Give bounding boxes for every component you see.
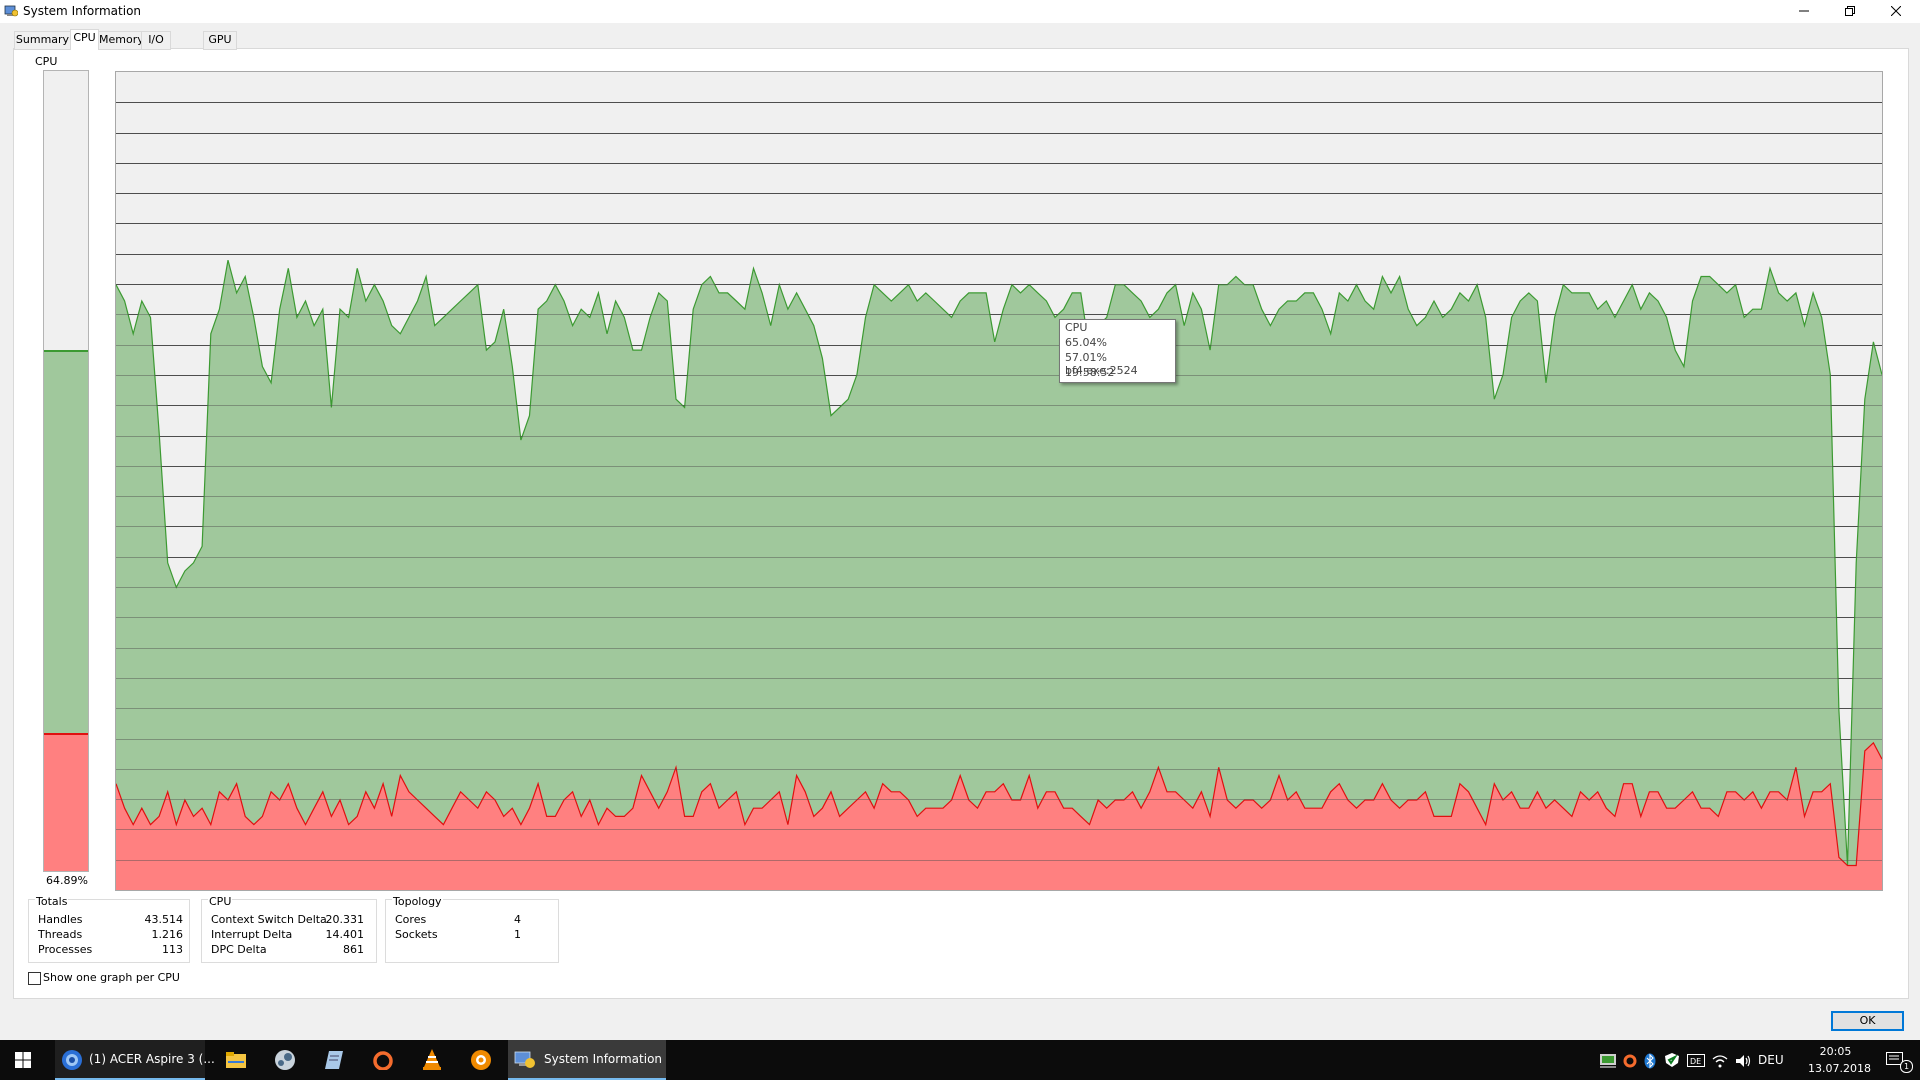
minimize-icon bbox=[1799, 10, 1809, 12]
taskbar-file-explorer[interactable] bbox=[213, 1040, 259, 1080]
svg-text:DE: DE bbox=[1690, 1057, 1701, 1066]
close-button[interactable] bbox=[1873, 0, 1919, 23]
tooltip-time: 19:58:52 bbox=[1065, 366, 1115, 379]
taskbar-notepad[interactable] bbox=[311, 1040, 357, 1080]
bluetooth-icon[interactable] bbox=[1644, 1053, 1656, 1069]
xnview-icon bbox=[471, 1050, 491, 1070]
cpu-history-chart bbox=[116, 102, 1882, 890]
dpc-label: DPC Delta bbox=[211, 943, 267, 956]
cpu-stats-group: CPU Context Switch Delta 20.331 Interrup… bbox=[201, 895, 377, 963]
handles-value: 43.514 bbox=[144, 913, 184, 926]
title-bar: System Information bbox=[0, 0, 1920, 23]
restore-icon bbox=[1845, 6, 1855, 16]
action-center-button[interactable]: 1 bbox=[1870, 1040, 1920, 1080]
ok-button[interactable]: OK bbox=[1831, 1011, 1904, 1031]
windows-start-icon bbox=[15, 1052, 31, 1068]
processes-value: 113 bbox=[162, 943, 183, 956]
taskbar-system-information[interactable]: System Information bbox=[508, 1040, 666, 1080]
context-switch-value: 20.331 bbox=[325, 913, 365, 926]
show-one-graph-checkbox[interactable] bbox=[28, 972, 41, 985]
tab-cpu[interactable]: CPU bbox=[70, 29, 99, 50]
cpu-percent-text: 64.89% bbox=[46, 874, 88, 887]
notification-count: 1 bbox=[1900, 1060, 1913, 1073]
sockets-label: Sockets bbox=[395, 928, 438, 941]
dpc-value: 861 bbox=[343, 943, 364, 956]
network-monitor-icon[interactable] bbox=[1600, 1054, 1616, 1068]
taskbar: (1) ACER Aspire 3 (... System Informatio… bbox=[0, 1040, 1920, 1080]
tab-memory[interactable]: Memory bbox=[98, 31, 144, 50]
handles-label: Handles bbox=[38, 913, 83, 926]
taskbar-chrome-label: (1) ACER Aspire 3 (... bbox=[89, 1052, 215, 1066]
vlc-icon bbox=[423, 1049, 441, 1070]
totals-group: Totals Handles 43.514 Threads 1.216 Proc… bbox=[28, 895, 190, 963]
show-one-graph-label[interactable]: Show one graph per CPU bbox=[43, 971, 180, 984]
cpu-stats-title: CPU bbox=[208, 895, 233, 908]
restore-button[interactable] bbox=[1827, 0, 1873, 23]
topology-group: Topology Cores 4 Sockets 1 bbox=[385, 895, 559, 963]
tab-io[interactable]: I/O bbox=[141, 31, 171, 50]
clock[interactable]: 20:05 13.07.2018 bbox=[1808, 1043, 1871, 1077]
system-information-icon bbox=[4, 5, 18, 17]
processes-label: Processes bbox=[38, 943, 93, 956]
volume-icon[interactable] bbox=[1735, 1054, 1751, 1068]
interrupt-label: Interrupt Delta bbox=[211, 928, 293, 941]
taskbar-vlc[interactable] bbox=[409, 1040, 455, 1080]
notepad-icon bbox=[325, 1051, 343, 1069]
taskbar-chrome-window[interactable]: (1) ACER Aspire 3 (... bbox=[55, 1040, 215, 1080]
cpu-bar-label: CPU bbox=[35, 55, 58, 68]
start-button[interactable] bbox=[0, 1040, 48, 1080]
system-tray: DE DEU bbox=[1598, 1040, 1808, 1080]
origin-tray-icon[interactable] bbox=[1623, 1054, 1637, 1068]
defender-icon[interactable] bbox=[1664, 1052, 1680, 1068]
wifi-icon[interactable] bbox=[1712, 1054, 1728, 1068]
taskbar-xnview[interactable] bbox=[458, 1040, 504, 1080]
chrome-icon bbox=[62, 1050, 82, 1070]
origin-icon bbox=[373, 1051, 393, 1070]
cores-label: Cores bbox=[395, 913, 427, 926]
totals-title: Totals bbox=[35, 895, 69, 908]
tooltip-total: 65.04% bbox=[1065, 336, 1107, 349]
steam-icon bbox=[275, 1050, 295, 1070]
keyboard-icon[interactable]: DE bbox=[1687, 1054, 1705, 1068]
threads-value: 1.216 bbox=[151, 928, 184, 941]
threads-label: Threads bbox=[38, 928, 83, 941]
taskbar-system-information-label: System Information bbox=[544, 1052, 663, 1066]
cpu-usage-bar bbox=[43, 70, 89, 872]
interrupt-value: 14.401 bbox=[325, 928, 365, 941]
taskbar-steam[interactable] bbox=[262, 1040, 308, 1080]
sockets-value: 1 bbox=[514, 928, 521, 941]
topology-title: Topology bbox=[392, 895, 443, 908]
taskbar-origin[interactable] bbox=[360, 1040, 406, 1080]
graph-tooltip: CPU 65.04% 57.01% bf4.exe:2524 19:58:52 bbox=[1059, 319, 1176, 383]
minimize-button[interactable] bbox=[1781, 0, 1827, 23]
clock-time: 20:05 bbox=[1819, 1045, 1852, 1058]
tooltip-title: CPU bbox=[1065, 321, 1088, 334]
close-icon bbox=[1890, 5, 1902, 17]
tab-summary[interactable]: Summary bbox=[14, 31, 71, 50]
clock-date: 13.07.2018 bbox=[1808, 1062, 1871, 1075]
tab-gpu[interactable]: GPU bbox=[203, 31, 237, 50]
cpu-kernel-fill bbox=[44, 733, 88, 871]
input-language[interactable]: DEU bbox=[1758, 1053, 1784, 1067]
window-title: System Information bbox=[23, 4, 142, 18]
file-explorer-icon bbox=[226, 1052, 246, 1068]
system-information-icon bbox=[514, 1051, 535, 1068]
cpu-history-graph[interactable] bbox=[115, 71, 1883, 891]
context-switch-label: Context Switch Delta bbox=[211, 913, 327, 926]
cores-value: 4 bbox=[514, 913, 521, 926]
